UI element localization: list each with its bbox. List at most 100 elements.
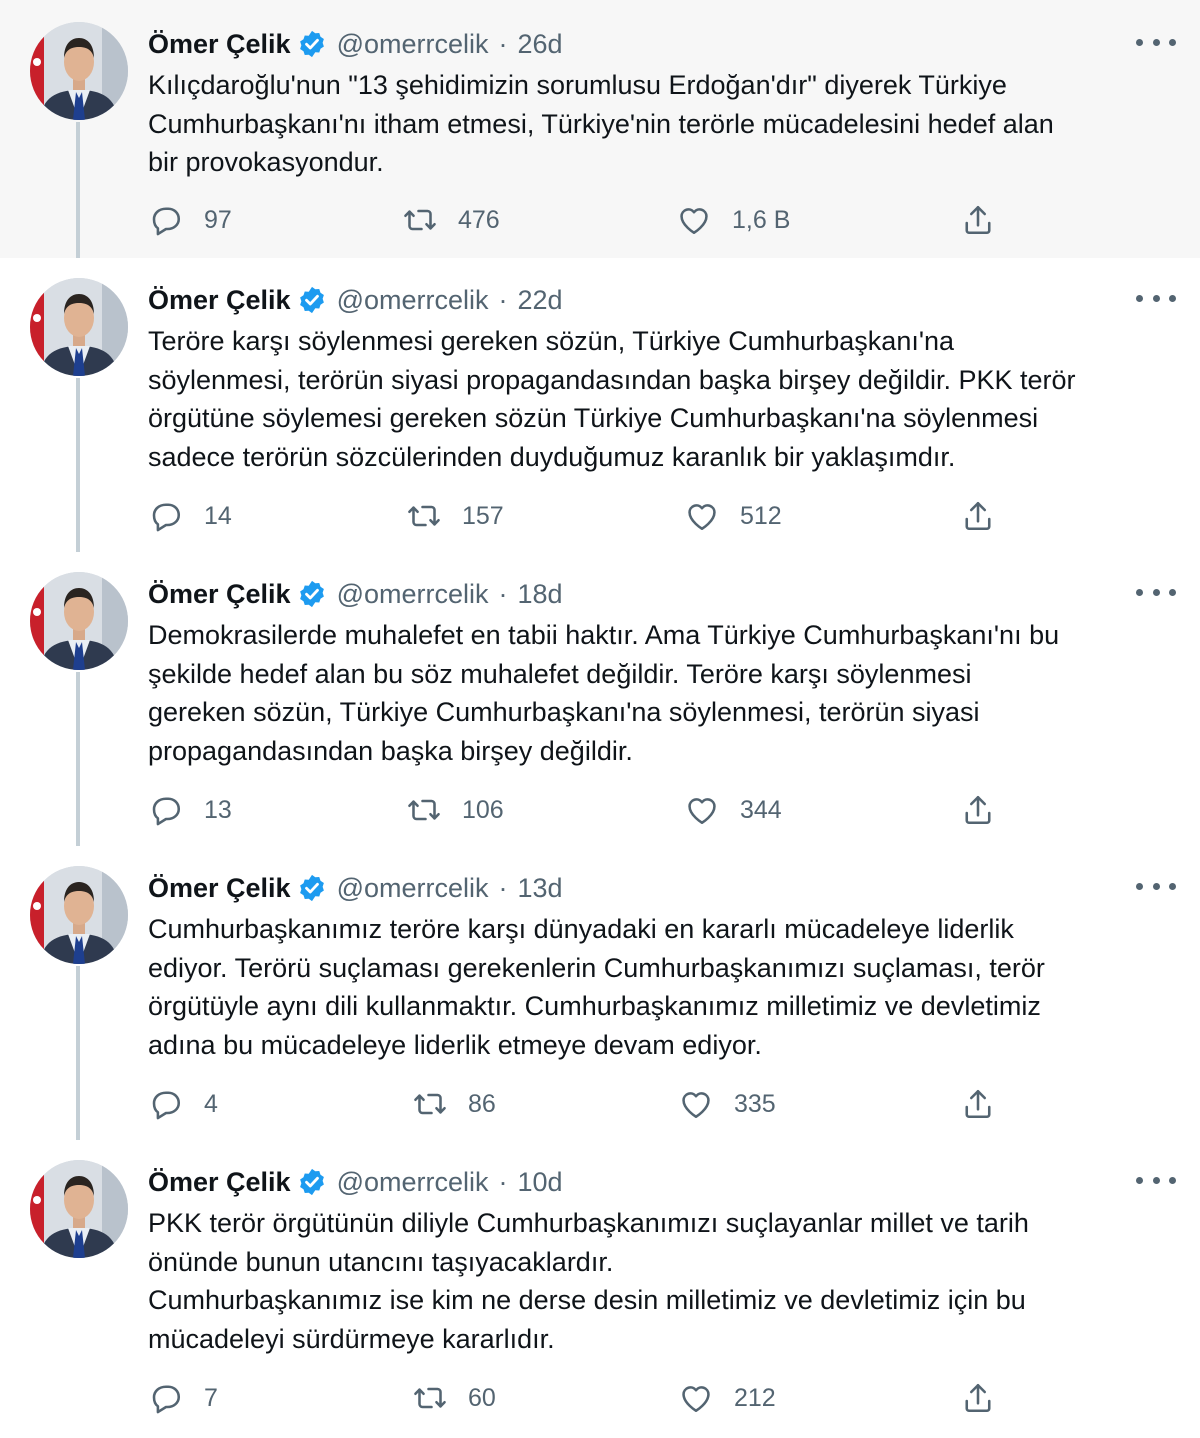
avatar[interactable] bbox=[30, 278, 128, 376]
tweet-time[interactable]: 13d bbox=[518, 873, 563, 904]
tweet-header: Ömer Çelik @omerrcelik · 22d bbox=[148, 280, 563, 320]
verified-badge-icon bbox=[299, 580, 324, 608]
tweet-time[interactable]: 22d bbox=[518, 285, 563, 316]
share-icon[interactable] bbox=[960, 790, 996, 830]
avatar[interactable] bbox=[30, 1160, 128, 1258]
tweet-time[interactable]: 26d bbox=[518, 29, 563, 60]
separator-dot: · bbox=[498, 578, 508, 609]
tweet[interactable]: Ömer Çelik @omerrcelik · 13d Cumhurbaşka… bbox=[0, 846, 1200, 1140]
like-button[interactable]: 512 bbox=[684, 496, 782, 536]
separator-dot: · bbox=[498, 872, 508, 903]
like-count: 335 bbox=[734, 1089, 776, 1118]
tweet[interactable]: Ömer Çelik @omerrcelik · 22d Teröre karş… bbox=[0, 258, 1200, 552]
retweet-count: 157 bbox=[462, 501, 504, 530]
tweet-header: Ömer Çelik @omerrcelik · 26d bbox=[148, 24, 563, 64]
tweet-thread: Ömer Çelik @omerrcelik · 26d Kılıçdaroğl… bbox=[0, 0, 1200, 1438]
reply-count: 7 bbox=[204, 1383, 218, 1412]
share-icon[interactable] bbox=[960, 1378, 996, 1418]
tweet-text: Cumhurbaşkanımız teröre karşı dünyadaki … bbox=[148, 914, 1045, 1060]
like-count: 512 bbox=[740, 501, 782, 530]
reply-icon bbox=[152, 207, 181, 236]
tweet[interactable]: Ömer Çelik @omerrcelik · 26d Kılıçdaroğl… bbox=[0, 0, 1200, 258]
reply-button[interactable]: 97 bbox=[148, 200, 232, 240]
verified-badge-icon bbox=[299, 30, 324, 58]
tweet-actions: 4 86 335 bbox=[148, 1084, 1008, 1124]
separator-dot: · bbox=[498, 284, 508, 315]
like-count: 344 bbox=[740, 795, 782, 824]
share-icon[interactable] bbox=[960, 496, 996, 536]
share-icon[interactable] bbox=[960, 1084, 996, 1124]
heart-icon bbox=[682, 1386, 710, 1413]
author-handle[interactable]: @omerrcelik bbox=[337, 29, 489, 60]
more-icon[interactable] bbox=[1136, 874, 1176, 898]
retweet-icon bbox=[414, 1093, 446, 1115]
retweet-button[interactable]: 476 bbox=[402, 200, 500, 240]
more-icon[interactable] bbox=[1136, 286, 1176, 310]
more-icon[interactable] bbox=[1136, 30, 1176, 54]
like-button[interactable]: 335 bbox=[678, 1084, 776, 1124]
tweet-time[interactable]: 10d bbox=[518, 1167, 563, 1198]
reply-button[interactable]: 7 bbox=[148, 1378, 218, 1418]
author-handle[interactable]: @omerrcelik bbox=[337, 285, 489, 316]
avatar[interactable] bbox=[30, 22, 128, 120]
profile-photo bbox=[30, 866, 128, 964]
profile-photo bbox=[30, 22, 128, 120]
tweet-actions: 7 60 212 bbox=[148, 1378, 1008, 1418]
retweet-icon bbox=[408, 505, 440, 527]
author-name[interactable]: Ömer Çelik bbox=[148, 285, 291, 316]
reply-button[interactable]: 4 bbox=[148, 1084, 218, 1124]
more-icon[interactable] bbox=[1136, 1168, 1176, 1192]
tweet[interactable]: Ömer Çelik @omerrcelik · 18d Demokrasile… bbox=[0, 552, 1200, 846]
author-name[interactable]: Ömer Çelik bbox=[148, 873, 291, 904]
retweet-button[interactable]: 86 bbox=[412, 1084, 496, 1124]
avatar[interactable] bbox=[30, 572, 128, 670]
tweet-text: Teröre karşı söylenmesi gereken sözün, T… bbox=[148, 326, 1076, 472]
thread-connector-line bbox=[76, 122, 80, 258]
reply-button[interactable]: 14 bbox=[148, 496, 232, 536]
tweet-text: Kılıçdaroğlu'nun "13 şehidimizin sorumlu… bbox=[148, 70, 1054, 177]
share-icon[interactable] bbox=[960, 200, 996, 240]
thread-connector-line bbox=[76, 672, 80, 846]
retweet-icon bbox=[404, 209, 436, 231]
like-button[interactable]: 344 bbox=[684, 790, 782, 830]
tweet-time[interactable]: 18d bbox=[518, 579, 563, 610]
profile-photo bbox=[30, 572, 128, 670]
retweet-button[interactable]: 106 bbox=[406, 790, 504, 830]
retweet-button[interactable]: 157 bbox=[406, 496, 504, 536]
tweet-actions: 13 106 344 bbox=[148, 790, 1008, 830]
tweet-header: Ömer Çelik @omerrcelik · 10d bbox=[148, 1162, 563, 1202]
reply-icon bbox=[152, 1385, 181, 1414]
reply-count: 4 bbox=[204, 1089, 218, 1118]
like-button[interactable]: 1,6 B bbox=[676, 200, 790, 240]
author-name[interactable]: Ömer Çelik bbox=[148, 1167, 291, 1198]
author-name[interactable]: Ömer Çelik bbox=[148, 29, 291, 60]
heart-icon bbox=[688, 504, 716, 531]
separator-dot: · bbox=[498, 1166, 508, 1197]
tweet-text: Demokrasilerde muhalefet en tabii haktır… bbox=[148, 620, 1060, 766]
separator-dot: · bbox=[498, 28, 508, 59]
like-count: 1,6 B bbox=[732, 205, 791, 234]
retweet-count: 60 bbox=[468, 1383, 496, 1412]
heart-icon bbox=[688, 798, 716, 825]
author-handle[interactable]: @omerrcelik bbox=[337, 1167, 489, 1198]
reply-icon bbox=[152, 797, 181, 826]
reply-count: 14 bbox=[204, 501, 232, 530]
reply-button[interactable]: 13 bbox=[148, 790, 232, 830]
like-button[interactable]: 212 bbox=[678, 1378, 776, 1418]
retweet-icon bbox=[414, 1387, 446, 1409]
reply-icon bbox=[152, 503, 181, 532]
author-handle[interactable]: @omerrcelik bbox=[337, 579, 489, 610]
tweet-actions: 97 476 1,6 B bbox=[148, 200, 1008, 240]
tweet[interactable]: Ömer Çelik @omerrcelik · 10d PKK terör ö… bbox=[0, 1140, 1200, 1438]
reply-icon bbox=[152, 1091, 181, 1120]
profile-photo bbox=[30, 278, 128, 376]
avatar[interactable] bbox=[30, 866, 128, 964]
retweet-count: 476 bbox=[458, 205, 500, 234]
heart-icon bbox=[682, 1092, 710, 1119]
retweet-button[interactable]: 60 bbox=[412, 1378, 496, 1418]
more-icon[interactable] bbox=[1136, 580, 1176, 604]
tweet-header: Ömer Çelik @omerrcelik · 18d bbox=[148, 574, 563, 614]
author-handle[interactable]: @omerrcelik bbox=[337, 873, 489, 904]
verified-badge-icon bbox=[299, 1168, 324, 1196]
author-name[interactable]: Ömer Çelik bbox=[148, 579, 291, 610]
